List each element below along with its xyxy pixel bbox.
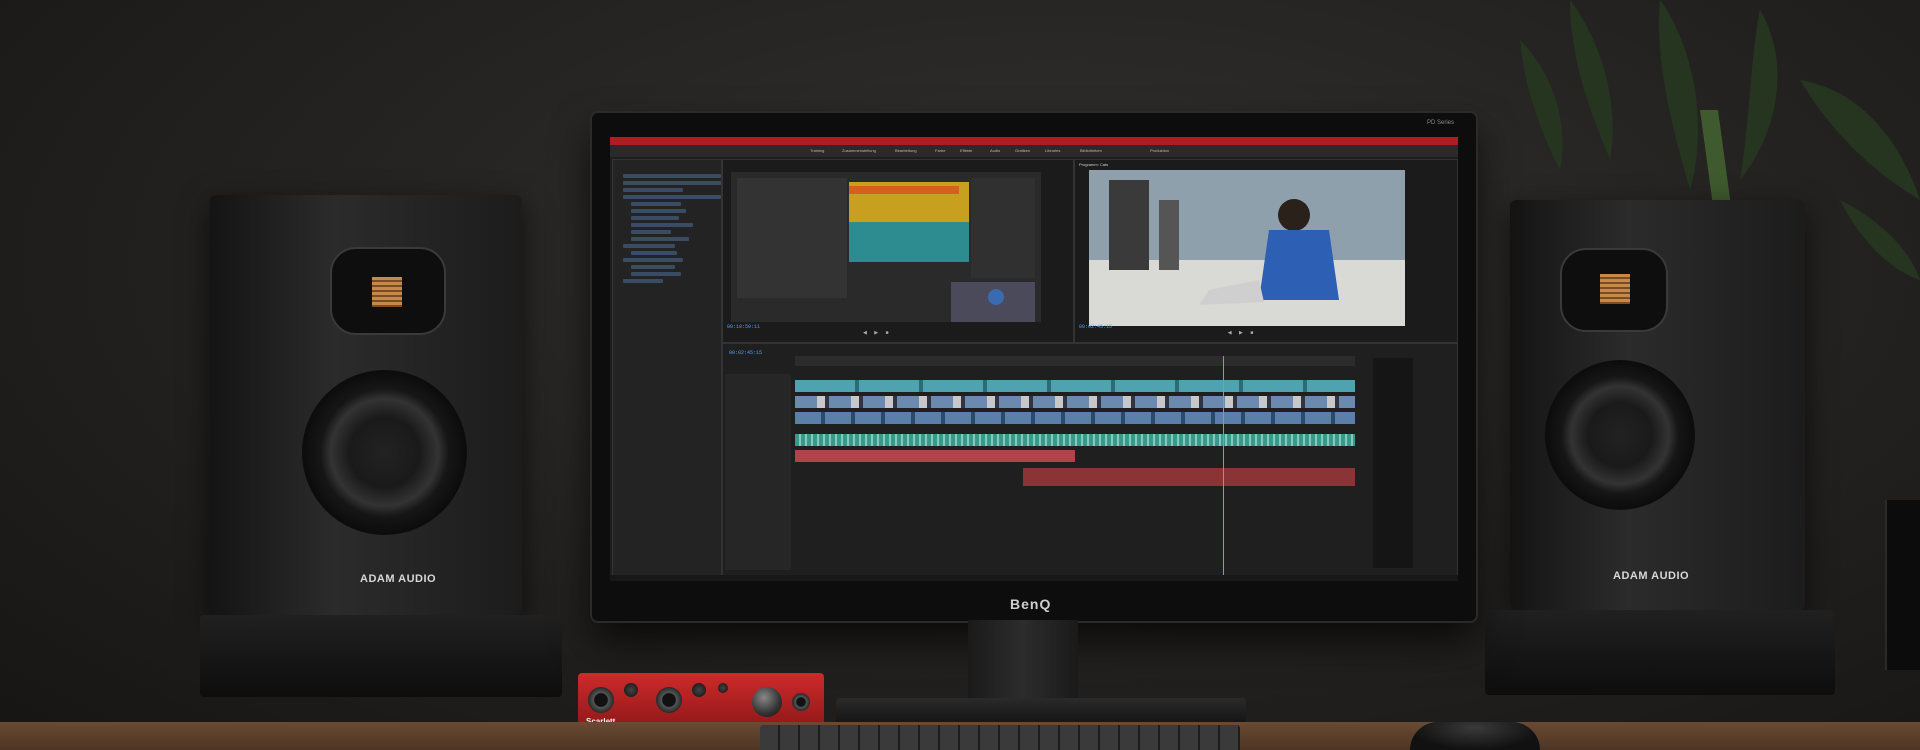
- project-bin-row[interactable]: [631, 251, 677, 255]
- project-bin-row[interactable]: [623, 174, 721, 178]
- project-bin-row[interactable]: [631, 265, 675, 269]
- program-monitor-panel[interactable]: Programm: Cats 00:02:45:15 ◀ ▶ ■: [1074, 159, 1458, 343]
- project-bin-row[interactable]: [623, 244, 675, 248]
- timeline-ruler[interactable]: [795, 356, 1355, 366]
- project-bin-row[interactable]: [623, 181, 721, 185]
- project-bin-row[interactable]: [631, 272, 681, 276]
- workspace-tab[interactable]: Zusammenstellung: [842, 148, 876, 153]
- keyboard: [760, 725, 1240, 750]
- project-bin-row[interactable]: [623, 188, 683, 192]
- project-bin-row[interactable]: [631, 223, 693, 227]
- right-ribbon-tweeter: [1600, 274, 1630, 304]
- app-menubar: Premiere Pro Datei Bearbeiten Clip Seque…: [610, 137, 1458, 152]
- program-transport-controls[interactable]: ◀ ▶ ■: [1228, 330, 1257, 336]
- combo-input-jack-1: [588, 687, 614, 713]
- left-tweeter: [330, 247, 446, 335]
- gain-knob-1: [624, 683, 638, 697]
- workspace-tab[interactable]: Training: [810, 148, 824, 153]
- headphone-jack: [792, 693, 810, 711]
- left-speaker-brand: ADAM AUDIO: [360, 573, 437, 585]
- right-woofer: [1545, 360, 1695, 510]
- monitor-series-label: PD Series: [1426, 120, 1454, 126]
- video-track-v1[interactable]: [795, 412, 1355, 424]
- timeline-playhead[interactable]: [1223, 356, 1224, 576]
- source-timecode: 00:10:50:11: [727, 324, 761, 330]
- monitor-volume-knob: [752, 687, 782, 717]
- project-bin-row[interactable]: [631, 237, 689, 241]
- workspace-tab[interactable]: Farbe: [935, 148, 945, 153]
- workspace-tab[interactable]: Libraries: [1045, 148, 1060, 153]
- source-preview-thumbnail: [731, 172, 1041, 322]
- audio-meters: [1373, 358, 1413, 568]
- photo-scene: ADAM AUDIO ADAM AUDIO PD Series Premiere…: [0, 0, 1920, 750]
- combo-input-jack-2: [656, 687, 682, 713]
- button-cluster: [718, 683, 728, 693]
- video-track-v2[interactable]: [795, 396, 1355, 408]
- partial-laptop-screen: [1885, 500, 1920, 670]
- audio-track-a3[interactable]: [1023, 468, 1355, 486]
- project-bin-row[interactable]: [623, 279, 663, 283]
- source-transport-controls[interactable]: ◀ ▶ ■: [863, 330, 892, 336]
- workspace-tab[interactable]: Grafiken: [1015, 148, 1030, 153]
- project-bin-row[interactable]: [631, 202, 681, 206]
- source-monitor-panel[interactable]: 00:10:50:11 ◀ ▶ ■: [722, 159, 1074, 343]
- right-speaker-brand: ADAM AUDIO: [1613, 570, 1690, 582]
- timeline-panel[interactable]: 00:02:45:15: [722, 343, 1458, 579]
- mouse: [1410, 722, 1540, 750]
- status-bar: [610, 575, 1458, 581]
- project-panel[interactable]: [612, 159, 722, 579]
- workspace-tab[interactable]: Bibliotheken: [1080, 148, 1102, 153]
- workspace-tab[interactable]: Audio: [990, 148, 1000, 153]
- premiere-pro-screen: Premiere Pro Datei Bearbeiten Clip Seque…: [610, 137, 1458, 581]
- benq-monitor: PD Series Premiere Pro Datei Bearbeiten …: [592, 113, 1476, 621]
- video-track-v3[interactable]: [795, 380, 1355, 392]
- left-studio-monitor-speaker: ADAM AUDIO: [210, 195, 522, 615]
- audio-track-a1[interactable]: [795, 434, 1355, 446]
- audio-track-a2[interactable]: [795, 450, 1075, 462]
- workspace-tab[interactable]: Bearbeitung: [895, 148, 917, 153]
- program-timecode: 00:02:45:15: [1079, 324, 1113, 330]
- monitor-stand-neck: [968, 620, 1078, 702]
- audio-interface: Scarlett: [578, 673, 824, 729]
- left-ribbon-tweeter: [372, 277, 402, 307]
- project-bin-row[interactable]: [623, 195, 721, 199]
- program-monitor-title: Programm: Cats: [1079, 162, 1109, 167]
- monitor-brand-logo: BenQ: [1010, 596, 1052, 612]
- right-speaker-stand: [1485, 610, 1835, 695]
- track-headers[interactable]: [725, 374, 791, 570]
- left-speaker-stand: [200, 615, 562, 697]
- timeline-timecode: 00:02:45:15: [729, 350, 763, 356]
- project-bin-row[interactable]: [631, 230, 671, 234]
- workspace-tab[interactable]: Effekte: [960, 148, 972, 153]
- right-tweeter: [1560, 248, 1668, 332]
- workspace-bar: Training Zusammenstellung Bearbeitung Fa…: [610, 145, 1458, 157]
- project-bin-row[interactable]: [631, 216, 679, 220]
- left-woofer: [302, 370, 467, 535]
- project-bin-row[interactable]: [623, 258, 683, 262]
- workspace-tab[interactable]: Produktion: [1150, 148, 1169, 153]
- program-video-frame: [1089, 170, 1405, 326]
- project-bin-row[interactable]: [631, 209, 686, 213]
- gain-knob-2: [692, 683, 706, 697]
- right-studio-monitor-speaker: ADAM AUDIO: [1510, 200, 1805, 610]
